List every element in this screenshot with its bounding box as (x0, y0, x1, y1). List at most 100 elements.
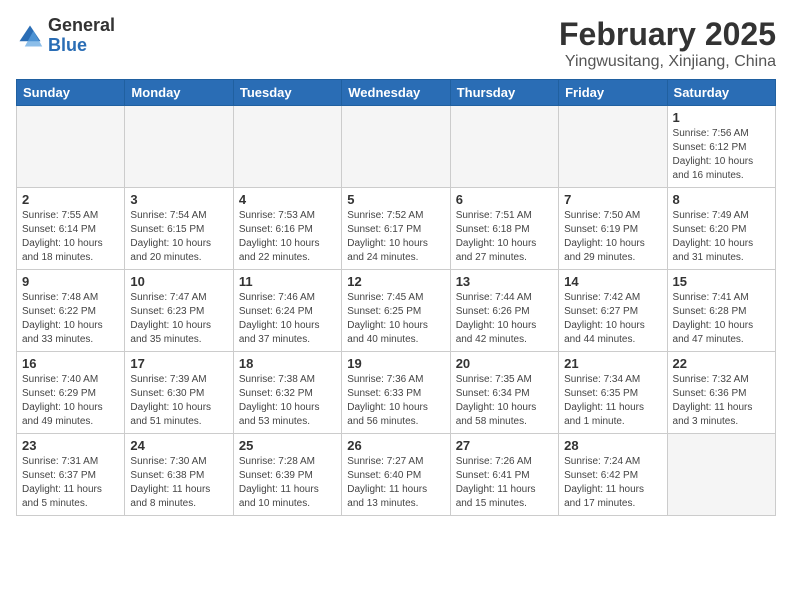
calendar-day-1: 1 Sunrise: 7:56 AM Sunset: 6:12 PM Daylig… (667, 106, 775, 188)
calendar-week-2: 2 Sunrise: 7:55 AM Sunset: 6:14 PM Daylig… (17, 188, 776, 270)
day-info: Sunrise: 7:36 AM Sunset: 6:33 PM Dayligh… (347, 373, 444, 429)
calendar-day-10: 10Sunrise: 7:47 AM Sunset: 6:23 PM Dayli… (125, 270, 233, 352)
day-number: 14 (564, 274, 661, 289)
calendar-day-empty (17, 106, 125, 188)
calendar-day-empty (450, 106, 558, 188)
day-number: 3 (130, 192, 227, 207)
logo: General Blue (16, 16, 115, 56)
calendar-week-4: 16 Sunrise: 7:40 AM Sunset: 6:29 PM Dayli… (17, 352, 776, 434)
month-year-title: February 2025 (559, 16, 776, 53)
weekday-header-tuesday: Tuesday (233, 80, 341, 106)
calendar-day-18: 18 Sunrise: 7:38 AM Sunset: 6:32 PM Dayli… (233, 352, 341, 434)
day-info: Sunrise: 7:34 AM Sunset: 6:35 PM Dayligh… (564, 373, 661, 429)
day-info: Sunrise: 7:56 AM Sunset: 6:12 PM Dayligh… (673, 127, 770, 183)
calendar-week-3: 9 Sunrise: 7:48 AM Sunset: 6:22 PM Daylig… (17, 270, 776, 352)
calendar-day-24: 24 Sunrise: 7:30 AM Sunset: 6:38 PM Dayli… (125, 434, 233, 516)
calendar-week-5: 23 Sunrise: 7:31 AM Sunset: 6:37 PM Dayli… (17, 434, 776, 516)
day-info: Sunrise: 7:48 AM Sunset: 6:22 PM Dayligh… (22, 291, 119, 347)
day-number: 28 (564, 438, 661, 453)
calendar-day-5: 5Sunrise: 7:52 AM Sunset: 6:17 PM Daylig… (342, 188, 450, 270)
day-number: 8 (673, 192, 770, 207)
day-info: Sunrise: 7:55 AM Sunset: 6:14 PM Dayligh… (22, 209, 119, 265)
logo-icon (16, 22, 44, 50)
day-info: Sunrise: 7:30 AM Sunset: 6:38 PM Dayligh… (130, 455, 227, 511)
calendar-day-22: 22 Sunrise: 7:32 AM Sunset: 6:36 PM Dayli… (667, 352, 775, 434)
day-number: 26 (347, 438, 444, 453)
day-number: 27 (456, 438, 553, 453)
day-number: 10 (130, 274, 227, 289)
calendar-week-1: 1 Sunrise: 7:56 AM Sunset: 6:12 PM Daylig… (17, 106, 776, 188)
day-number: 24 (130, 438, 227, 453)
day-number: 4 (239, 192, 336, 207)
day-number: 18 (239, 356, 336, 371)
day-number: 1 (673, 110, 770, 125)
day-info: Sunrise: 7:51 AM Sunset: 6:18 PM Dayligh… (456, 209, 553, 265)
calendar-day-2: 2 Sunrise: 7:55 AM Sunset: 6:14 PM Daylig… (17, 188, 125, 270)
calendar-day-28: 28 Sunrise: 7:24 AM Sunset: 6:42 PM Dayli… (559, 434, 667, 516)
day-info: Sunrise: 7:41 AM Sunset: 6:28 PM Dayligh… (673, 291, 770, 347)
day-info: Sunrise: 7:38 AM Sunset: 6:32 PM Dayligh… (239, 373, 336, 429)
day-info: Sunrise: 7:42 AM Sunset: 6:27 PM Dayligh… (564, 291, 661, 347)
calendar-day-11: 11Sunrise: 7:46 AM Sunset: 6:24 PM Dayli… (233, 270, 341, 352)
day-number: 15 (673, 274, 770, 289)
calendar-day-4: 4Sunrise: 7:53 AM Sunset: 6:16 PM Daylig… (233, 188, 341, 270)
calendar-day-empty (667, 434, 775, 516)
day-info: Sunrise: 7:44 AM Sunset: 6:26 PM Dayligh… (456, 291, 553, 347)
calendar-day-26: 26 Sunrise: 7:27 AM Sunset: 6:40 PM Dayli… (342, 434, 450, 516)
logo-text: General Blue (48, 16, 115, 56)
calendar-day-15: 15 Sunrise: 7:41 AM Sunset: 6:28 PM Dayli… (667, 270, 775, 352)
day-number: 25 (239, 438, 336, 453)
calendar-day-20: 20 Sunrise: 7:35 AM Sunset: 6:34 PM Dayli… (450, 352, 558, 434)
calendar-day-9: 9 Sunrise: 7:48 AM Sunset: 6:22 PM Daylig… (17, 270, 125, 352)
day-info: Sunrise: 7:28 AM Sunset: 6:39 PM Dayligh… (239, 455, 336, 511)
day-number: 20 (456, 356, 553, 371)
day-info: Sunrise: 7:35 AM Sunset: 6:34 PM Dayligh… (456, 373, 553, 429)
day-info: Sunrise: 7:40 AM Sunset: 6:29 PM Dayligh… (22, 373, 119, 429)
calendar-day-empty (233, 106, 341, 188)
calendar-day-empty (559, 106, 667, 188)
page-header: General Blue February 2025 Yingwusitang,… (16, 16, 776, 71)
day-info: Sunrise: 7:24 AM Sunset: 6:42 PM Dayligh… (564, 455, 661, 511)
day-number: 21 (564, 356, 661, 371)
day-number: 9 (22, 274, 119, 289)
calendar-day-8: 8 Sunrise: 7:49 AM Sunset: 6:20 PM Daylig… (667, 188, 775, 270)
day-number: 22 (673, 356, 770, 371)
calendar-day-21: 21 Sunrise: 7:34 AM Sunset: 6:35 PM Dayli… (559, 352, 667, 434)
day-number: 5 (347, 192, 444, 207)
calendar-day-27: 27 Sunrise: 7:26 AM Sunset: 6:41 PM Dayli… (450, 434, 558, 516)
weekday-header-friday: Friday (559, 80, 667, 106)
logo-general: General (48, 16, 115, 36)
day-number: 7 (564, 192, 661, 207)
day-number: 17 (130, 356, 227, 371)
calendar-day-7: 7Sunrise: 7:50 AM Sunset: 6:19 PM Daylig… (559, 188, 667, 270)
day-info: Sunrise: 7:26 AM Sunset: 6:41 PM Dayligh… (456, 455, 553, 511)
day-info: Sunrise: 7:39 AM Sunset: 6:30 PM Dayligh… (130, 373, 227, 429)
day-number: 16 (22, 356, 119, 371)
location-subtitle: Yingwusitang, Xinjiang, China (559, 53, 776, 71)
calendar-day-19: 19 Sunrise: 7:36 AM Sunset: 6:33 PM Dayli… (342, 352, 450, 434)
day-info: Sunrise: 7:54 AM Sunset: 6:15 PM Dayligh… (130, 209, 227, 265)
calendar-day-3: 3 Sunrise: 7:54 AM Sunset: 6:15 PM Daylig… (125, 188, 233, 270)
calendar-day-16: 16 Sunrise: 7:40 AM Sunset: 6:29 PM Dayli… (17, 352, 125, 434)
day-number: 12 (347, 274, 444, 289)
weekday-header-sunday: Sunday (17, 80, 125, 106)
day-number: 19 (347, 356, 444, 371)
day-info: Sunrise: 7:32 AM Sunset: 6:36 PM Dayligh… (673, 373, 770, 429)
calendar-day-17: 17 Sunrise: 7:39 AM Sunset: 6:30 PM Dayli… (125, 352, 233, 434)
calendar-day-23: 23 Sunrise: 7:31 AM Sunset: 6:37 PM Dayli… (17, 434, 125, 516)
weekday-header-monday: Monday (125, 80, 233, 106)
weekday-header-saturday: Saturday (667, 80, 775, 106)
day-number: 23 (22, 438, 119, 453)
title-block: February 2025 Yingwusitang, Xinjiang, Ch… (559, 16, 776, 71)
day-info: Sunrise: 7:27 AM Sunset: 6:40 PM Dayligh… (347, 455, 444, 511)
day-info: Sunrise: 7:31 AM Sunset: 6:37 PM Dayligh… (22, 455, 119, 511)
day-number: 2 (22, 192, 119, 207)
day-number: 6 (456, 192, 553, 207)
calendar-day-14: 14 Sunrise: 7:42 AM Sunset: 6:27 PM Dayli… (559, 270, 667, 352)
calendar-day-13: 13Sunrise: 7:44 AM Sunset: 6:26 PM Dayli… (450, 270, 558, 352)
calendar-day-12: 12Sunrise: 7:45 AM Sunset: 6:25 PM Dayli… (342, 270, 450, 352)
day-number: 11 (239, 274, 336, 289)
day-info: Sunrise: 7:49 AM Sunset: 6:20 PM Dayligh… (673, 209, 770, 265)
logo-blue: Blue (48, 36, 115, 56)
weekday-header-thursday: Thursday (450, 80, 558, 106)
